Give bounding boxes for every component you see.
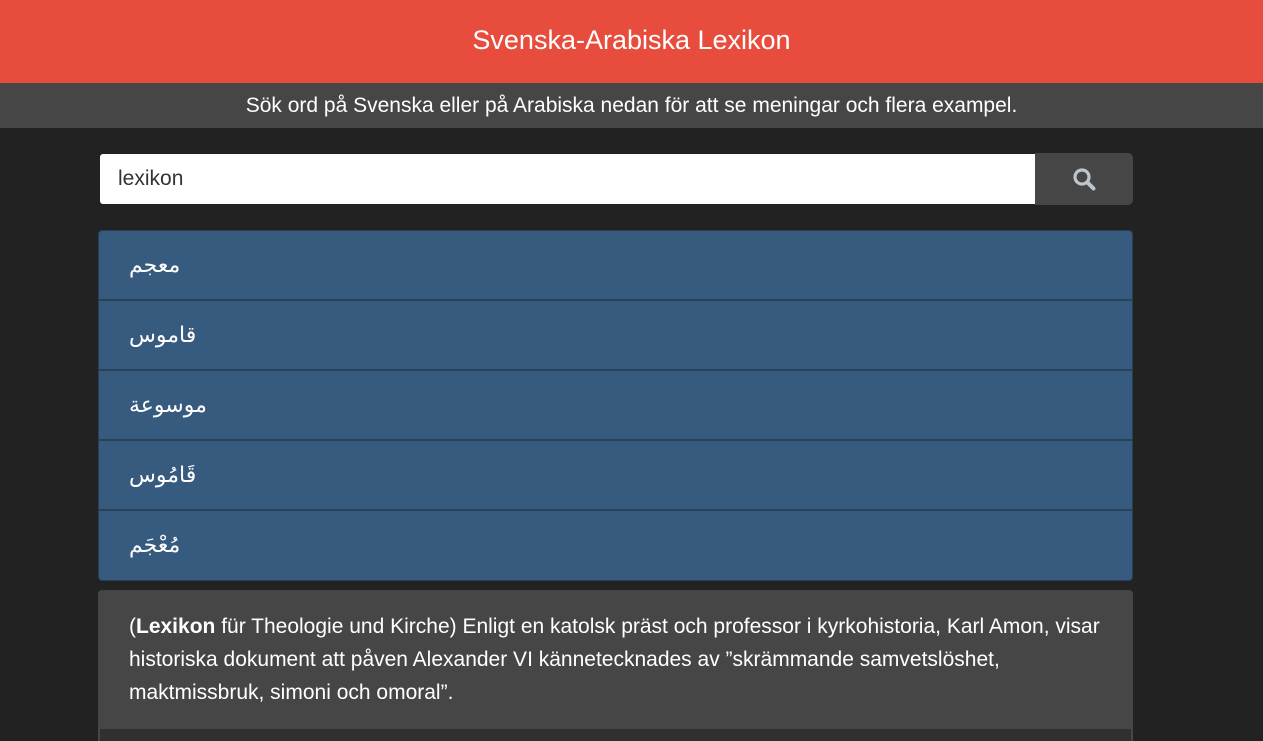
translation-text: قَامُوس (129, 462, 197, 488)
example-open-paren: ( (129, 615, 136, 638)
search-icon (1073, 168, 1096, 191)
instructions-bar: Sök ord på Svenska eller på Arabiska ned… (0, 83, 1263, 128)
translation-text: قاموس (129, 322, 197, 348)
translation-item[interactable]: قَامُوس (99, 441, 1132, 511)
app-header: Svenska-Arabiska Lexikon (0, 0, 1263, 83)
example-sentence: (Lexikon für Theologie und Kirche) Enlig… (98, 590, 1133, 709)
example-rest: für Theologie und Kirche) Enligt en kato… (129, 615, 1100, 704)
search-button[interactable] (1035, 153, 1133, 205)
example-sentence-card: (Lexikon für Theologie und Kirche) Enlig… (98, 590, 1133, 741)
translation-item[interactable]: معجم (99, 231, 1132, 301)
instructions-text: Sök ord på Svenska eller på Arabiska ned… (245, 93, 1018, 117)
search-bar (100, 153, 1133, 205)
translation-item[interactable]: موسوعة (99, 371, 1132, 441)
translation-text: مُعْجَم (129, 533, 181, 558)
app-title: Svenska-Arabiska Lexikon (472, 25, 791, 55)
example-keyword: Lexikon (136, 615, 216, 638)
translation-item[interactable]: مُعْجَم (99, 511, 1132, 580)
example-card-footer (100, 729, 1131, 741)
translation-text: موسوعة (129, 392, 207, 418)
translation-item[interactable]: قاموس (99, 301, 1132, 371)
search-input[interactable] (100, 154, 1035, 204)
translation-text: معجم (129, 252, 181, 278)
translation-list: معجم قاموس موسوعة قَامُوس مُعْجَم (98, 230, 1133, 581)
